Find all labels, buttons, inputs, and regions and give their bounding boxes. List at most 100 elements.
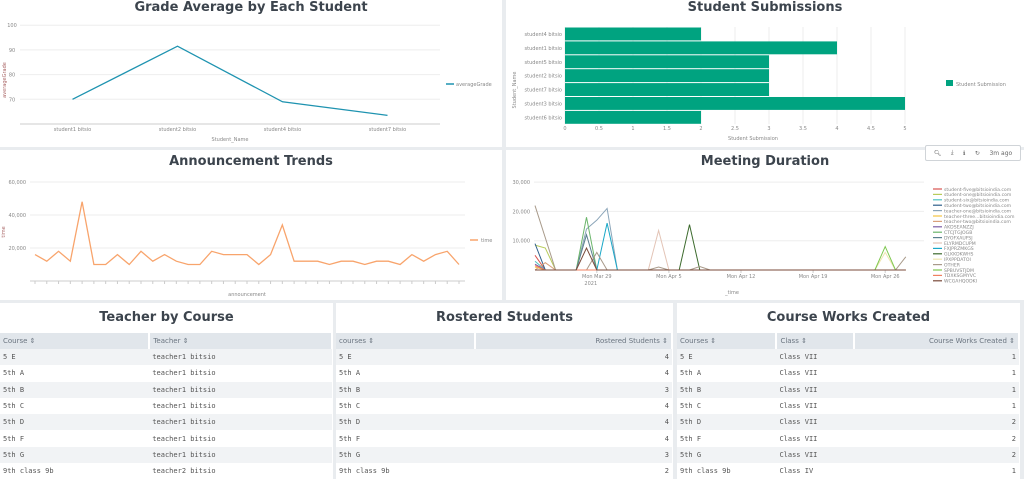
table-cell: 5th C (339, 402, 361, 411)
table-row: 5th A 4 (336, 365, 672, 381)
x-tick-label: 0.5 (595, 126, 603, 132)
legend-label: DYOFXAUFSJ (944, 235, 973, 241)
legend-label: averageGrade (456, 82, 492, 88)
x-tick-label: 3 (767, 126, 770, 132)
table-cell: 2 (853, 446, 1019, 464)
table-cell: 5th B (0, 381, 150, 398)
y-tick-label: student4 bitsio (525, 32, 562, 38)
announcement-trends-chart: 20,000 40,000 60,000 announcement time time (1, 180, 492, 298)
table-cell: teacher1 bitsio (152, 369, 216, 378)
panel-title: Teacher by Course (99, 310, 234, 325)
panel-title: Rostered Students (436, 310, 573, 325)
table-cell: 5th C (3, 402, 25, 411)
y-tick-label: 80 (9, 73, 15, 79)
refresh-icon[interactable]: ↻ (975, 150, 980, 157)
panel-title: Announcement Trends (169, 154, 333, 169)
y-tick-label: 70 (9, 97, 15, 103)
course-works-table: Courses ⇕ Class ⇕ Course Works Created ⇕ 5 … (677, 333, 1021, 479)
legend-label: student-six@bitsioindia.com (944, 198, 1010, 204)
column-header[interactable]: Teacher ⇕ (149, 333, 333, 349)
table-cell: 9th class 9b (3, 467, 54, 476)
column-header[interactable]: Courses ⇕ (677, 333, 778, 349)
x-tick-label: 4.5 (867, 126, 875, 132)
bar (565, 41, 837, 55)
panel-title: Grade Average by Each Student (134, 0, 368, 15)
column-header[interactable]: Course ⇕ (0, 333, 151, 349)
bar (565, 27, 701, 41)
table-cell: teacher1 bitsio (149, 349, 332, 366)
legend-label: Student Submission (956, 82, 1006, 88)
legend-label: OTHER (944, 262, 961, 268)
legend-label: student-two@bitsioindia.com (944, 203, 1012, 209)
table-row: 5th A Class VII 1 (677, 365, 1019, 381)
table-row: 5 E4 (336, 349, 672, 366)
x-tick-label: Mon Apr 19 (799, 274, 828, 280)
panel-title: Course Works Created (766, 310, 931, 325)
table-cell: 2 (664, 467, 669, 476)
table-cell: teacher1 bitsio (152, 434, 216, 443)
column-header[interactable]: Course Works Created ⇕ (853, 333, 1021, 349)
header-row: courses ⇕ Rostered Students ⇕ (336, 333, 674, 349)
table-cell: teacher1 bitsio (149, 414, 332, 431)
x-tick-label: 4 (835, 126, 838, 132)
table-cell: Class VII (779, 369, 818, 378)
table-row: 5th D4 (336, 414, 672, 431)
y-tick-label: 90 (9, 48, 15, 54)
legend-label: WCGAHQODKI (944, 279, 977, 285)
x-tick-label: 5 (903, 126, 906, 132)
table-row: 5th Dteacher1 bitsio (0, 414, 332, 431)
table-cell: 4 (664, 369, 669, 378)
bar (565, 69, 769, 83)
column-header[interactable]: Rostered Students ⇕ (474, 333, 674, 349)
search-icon[interactable]: 🔍︎ (934, 150, 942, 157)
y-axis-label: time (1, 226, 7, 237)
y-tick-label: 20,000 (9, 246, 27, 252)
y-tick-label: student7 bitsio (525, 88, 562, 94)
panel-toolbar: 🔍︎ ⤓ ℹ ↻ 3m ago (925, 145, 1021, 161)
legend-label: CTCJTGJOGB (944, 230, 972, 236)
table-cell: 4 (664, 434, 669, 443)
table-cell: 5th D (0, 414, 150, 431)
table-row: 5th F 4 (336, 430, 672, 446)
y-tick-label: student3 bitsio (525, 101, 562, 107)
x-tick-label: student4 bitsio (264, 127, 301, 133)
x-tick-label: student2 bitsio (159, 127, 196, 133)
table-row: 5th G3 (336, 446, 672, 464)
table-cell: 4 (664, 402, 669, 411)
refresh-time: 3m ago (989, 149, 1013, 157)
table-row: 5th C 4 (336, 398, 672, 414)
table-row: 9th class 9b 2 (336, 463, 672, 479)
series-line (534, 265, 906, 271)
x-axis-label: Student_Name (212, 137, 249, 143)
info-icon[interactable]: ℹ (963, 150, 965, 157)
x-tick-label: Mon Apr 5 (656, 274, 682, 280)
legend-label: AKDSEANZZJ (944, 225, 974, 231)
legend-label: TDXKSGMYVC (943, 273, 976, 279)
x-tick-label: Mon Mar 29 (582, 274, 612, 280)
legend-label: SPBUVSTJDM (944, 268, 974, 274)
series-line-time (34, 201, 460, 266)
y-tick-label: 20,000 (513, 209, 531, 215)
rostered-students-table: courses ⇕ Rostered Students ⇕ 5 E 4 5th A 4 5t… (336, 333, 674, 479)
meeting-duration-panel: Meeting Duration 10,000 20,000 30,000 Mon M… (506, 150, 1024, 300)
teacher-by-course-table: Course ⇕ Teacher ⇕ 5 Eteacher1 bitsio 5th A… (0, 333, 333, 479)
column-header[interactable]: courses ⇕ (336, 333, 476, 349)
y-tick-label: student1 bitsio (525, 46, 562, 52)
table-row: 5 Eteacher1 bitsio (0, 349, 332, 366)
table-cell: teacher1 bitsio (152, 402, 216, 411)
table-row: 5th B Class VII 1 (677, 381, 1019, 398)
table-row: 5th Gteacher1 bitsio (0, 446, 332, 464)
export-icon[interactable]: ⤓ (951, 149, 954, 157)
grade-average-chart: 70 80 90 100 student1 bitsio student2 bitsio s… (2, 23, 492, 143)
column-header[interactable]: Class ⇕ (776, 333, 855, 349)
table-cell: 9th class 9b (680, 467, 731, 476)
table-cell: 1 (853, 381, 1019, 398)
bar (565, 83, 769, 96)
x-tick-label: student7 bitsio (369, 127, 406, 133)
table-row: 5th G Class VII 2 (677, 446, 1019, 464)
table-cell: 3 (474, 381, 672, 398)
table-cell: Class VII (776, 414, 854, 431)
table-cell: 4 (474, 349, 672, 366)
y-tick-label: 10,000 (513, 239, 531, 245)
y-axis-label: Student_Name (512, 72, 518, 109)
